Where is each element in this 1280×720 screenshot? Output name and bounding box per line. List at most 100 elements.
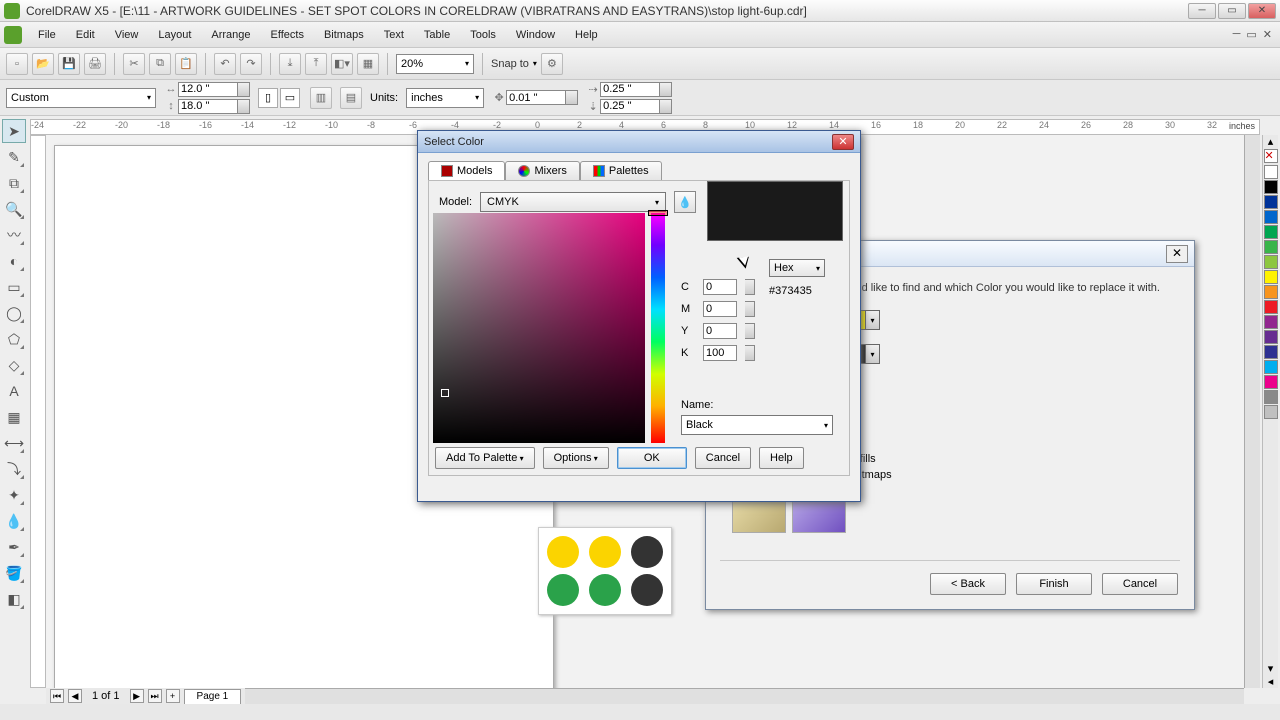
page-tab[interactable]: Page 1 <box>184 689 242 704</box>
eyedropper-icon[interactable]: 💧 <box>674 191 696 213</box>
eyedropper-tool-icon[interactable]: 💧 <box>2 509 26 533</box>
spinner-icon[interactable] <box>745 301 755 317</box>
doc-restore-button[interactable]: ▭ <box>1246 28 1256 41</box>
last-page-button[interactable]: ⏭ <box>148 689 162 703</box>
palette-swatch[interactable] <box>1264 210 1278 224</box>
palette-swatch[interactable] <box>1264 285 1278 299</box>
polygon-tool-icon[interactable]: ⬠ <box>2 327 26 351</box>
spinner-icon[interactable] <box>238 82 250 97</box>
tab-mixers[interactable]: Mixers <box>505 161 579 180</box>
landscape-button[interactable]: ▭ <box>280 88 300 108</box>
palette-flyout-icon[interactable]: ◂ <box>1263 675 1278 688</box>
palette-swatch[interactable] <box>1264 195 1278 209</box>
save-icon[interactable]: 💾 <box>58 53 80 75</box>
outline-tool-icon[interactable]: ✒ <box>2 535 26 559</box>
y-input[interactable] <box>703 323 737 339</box>
hex-mode-select[interactable]: Hex <box>769 259 825 277</box>
menu-tools[interactable]: Tools <box>460 26 506 44</box>
page-height-input[interactable] <box>178 99 238 114</box>
dup-x-input[interactable] <box>600 82 660 97</box>
nudge-input[interactable] <box>506 90 566 105</box>
prev-page-button[interactable]: ◀ <box>68 689 82 703</box>
menu-layout[interactable]: Layout <box>148 26 201 44</box>
palette-swatch[interactable] <box>1264 225 1278 239</box>
model-select[interactable]: CMYK <box>480 192 666 212</box>
select-color-close-button[interactable]: ✕ <box>832 134 854 150</box>
palette-swatch[interactable] <box>1264 165 1278 179</box>
cancel-button[interactable]: Cancel <box>1102 573 1178 595</box>
ellipse-tool-icon[interactable]: ◯ <box>2 301 26 325</box>
publish-icon[interactable]: ◧▾ <box>331 53 353 75</box>
menu-effects[interactable]: Effects <box>261 26 314 44</box>
palette-swatch[interactable] <box>1264 255 1278 269</box>
maximize-button[interactable]: ▭ <box>1218 3 1246 19</box>
palette-swatch[interactable] <box>1264 270 1278 284</box>
close-button[interactable]: ✕ <box>1248 3 1276 19</box>
spinner-icon[interactable] <box>566 90 578 105</box>
open-icon[interactable]: 📂 <box>32 53 54 75</box>
palette-swatch[interactable] <box>1264 300 1278 314</box>
palette-swatch[interactable] <box>1264 360 1278 374</box>
freehand-tool-icon[interactable]: 〰 <box>2 223 26 247</box>
menu-edit[interactable]: Edit <box>66 26 105 44</box>
color-name-select[interactable]: Black <box>681 415 833 435</box>
interactive-tool-icon[interactable]: ✦ <box>2 483 26 507</box>
zoom-tool-icon[interactable]: 🔍 <box>2 197 26 221</box>
portrait-button[interactable]: ▯ <box>258 88 278 108</box>
menu-window[interactable]: Window <box>506 26 565 44</box>
add-page-button[interactable]: + <box>166 689 180 703</box>
select-color-titlebar[interactable]: Select Color ✕ <box>418 131 860 153</box>
chevron-down-icon[interactable]: ▾ <box>865 345 879 363</box>
redo-icon[interactable]: ↷ <box>240 53 262 75</box>
pick-tool-icon[interactable]: ➤ <box>2 119 26 143</box>
import-icon[interactable]: ⤓ <box>279 53 301 75</box>
help-button[interactable]: Help <box>759 447 804 469</box>
cut-icon[interactable]: ✂ <box>123 53 145 75</box>
options-button[interactable]: Options <box>543 447 609 469</box>
tab-palettes[interactable]: Palettes <box>580 161 662 180</box>
snap-to-label[interactable]: Snap to <box>491 58 529 70</box>
smartfill-tool-icon[interactable]: ◐ <box>2 249 26 273</box>
menu-file[interactable]: File <box>28 26 66 44</box>
no-color-swatch[interactable]: ✕ <box>1264 149 1278 163</box>
menu-arrange[interactable]: Arrange <box>201 26 260 44</box>
zoom-select[interactable]: 20% <box>396 54 474 74</box>
spinner-icon[interactable] <box>745 279 755 295</box>
spinner-icon[interactable] <box>745 345 755 361</box>
chevron-down-icon[interactable]: ▾ <box>865 311 879 329</box>
dimension-tool-icon[interactable]: ⟷ <box>2 431 26 455</box>
spinner-icon[interactable] <box>238 99 250 114</box>
shape-tool-icon[interactable]: ✎ <box>2 145 26 169</box>
fill-tool-icon[interactable]: 🪣 <box>2 561 26 585</box>
menu-table[interactable]: Table <box>414 26 460 44</box>
spinner-icon[interactable] <box>745 323 755 339</box>
hue-marker-icon[interactable] <box>648 210 668 216</box>
menu-help[interactable]: Help <box>565 26 608 44</box>
spinner-icon[interactable] <box>660 99 672 114</box>
basic-shapes-tool-icon[interactable]: ◇ <box>2 353 26 377</box>
dup-y-input[interactable] <box>600 99 660 114</box>
undo-icon[interactable]: ↶ <box>214 53 236 75</box>
palette-swatch[interactable] <box>1264 330 1278 344</box>
palette-swatch[interactable] <box>1264 180 1278 194</box>
menu-text[interactable]: Text <box>374 26 414 44</box>
next-page-button[interactable]: ▶ <box>130 689 144 703</box>
m-input[interactable] <box>703 301 737 317</box>
interactive-fill-tool-icon[interactable]: ◧ <box>2 587 26 611</box>
k-input[interactable] <box>703 345 737 361</box>
doc-minimize-button[interactable]: ─ <box>1233 28 1241 41</box>
page-layout-icon[interactable]: ▥ <box>310 87 332 109</box>
table-tool-icon[interactable]: ▦ <box>2 405 26 429</box>
ok-button[interactable]: OK <box>617 447 687 469</box>
menu-view[interactable]: View <box>105 26 149 44</box>
vertical-scrollbar[interactable] <box>1244 135 1260 688</box>
palette-up-icon[interactable]: ▴ <box>1263 135 1278 148</box>
cancel-button[interactable]: Cancel <box>695 447 751 469</box>
menu-bitmaps[interactable]: Bitmaps <box>314 26 374 44</box>
back-button[interactable]: < Back <box>930 573 1006 595</box>
palette-swatch[interactable] <box>1264 315 1278 329</box>
doc-close-button[interactable]: ✕ <box>1263 28 1272 41</box>
appstart-icon[interactable]: ▦ <box>357 53 379 75</box>
palette-swatch[interactable] <box>1264 240 1278 254</box>
print-icon[interactable]: 🖨 <box>84 53 106 75</box>
